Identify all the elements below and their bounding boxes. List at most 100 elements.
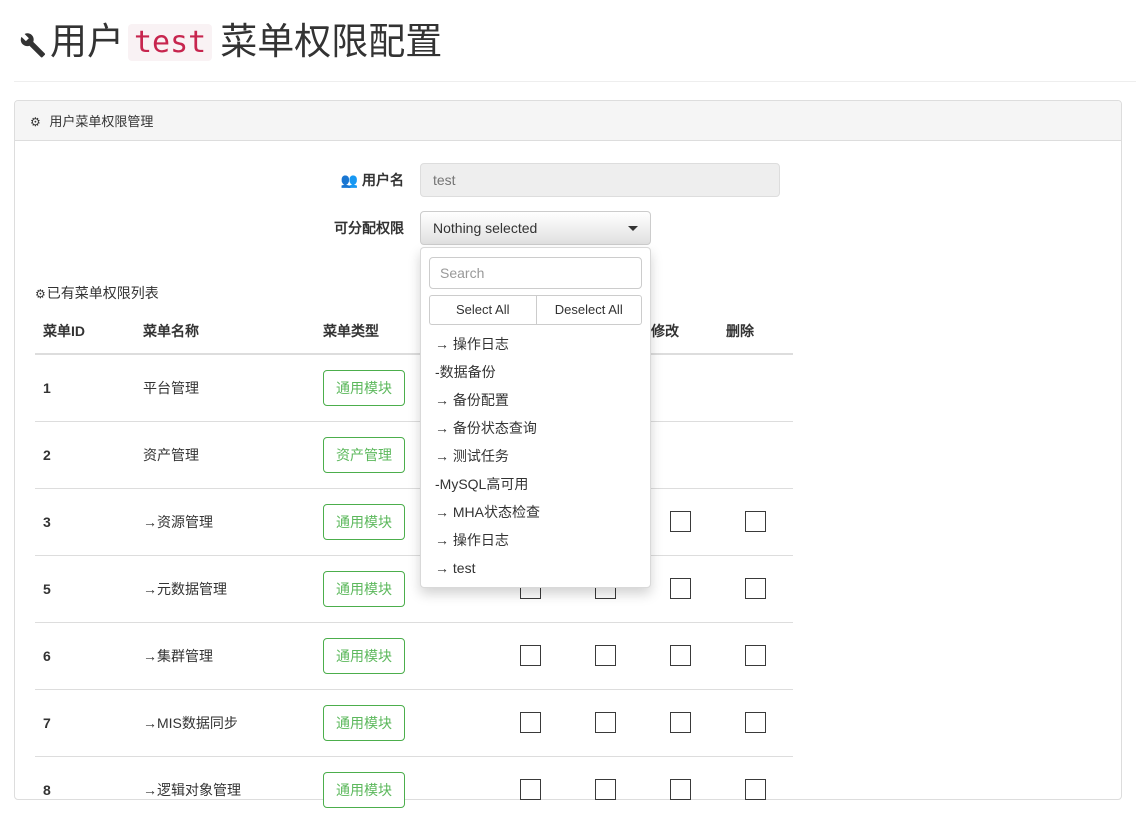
checkbox-delete[interactable] (745, 578, 766, 600)
dropdown-option[interactable]: → 操作日志 (421, 330, 650, 358)
cell-modify (643, 688, 718, 757)
dropdown-option[interactable]: -MySQL高可用 (421, 470, 650, 498)
search-input[interactable] (429, 256, 642, 289)
cell-menu-name: →集群管理 (135, 621, 315, 690)
page-title-prefix: 用户 (50, 21, 124, 62)
dropdown-searchbox (421, 253, 650, 295)
table-header-row: 菜单ID 菜单名称 菜单类型 查询 添加 修改 删除 (35, 312, 793, 355)
cell-menu-name: →元数据管理 (135, 554, 315, 623)
permissions-select-toggle[interactable]: Nothing selected (420, 210, 651, 245)
cell-delete (718, 621, 793, 690)
cell-add (568, 621, 643, 690)
dropdown-bulk-actions: Select All Deselect All (421, 294, 650, 330)
checkbox-add[interactable] (595, 779, 616, 801)
dropdown-option[interactable]: → 操作日志 (421, 526, 650, 554)
checkbox-query[interactable] (520, 712, 541, 734)
checkbox-delete[interactable] (745, 779, 766, 801)
page-title: 用户 test 菜单权限配置 (14, 21, 1136, 63)
table-row: 5 →元数据管理 通用模块 (35, 554, 793, 623)
table-row: 2 资产管理 资产管理 (35, 420, 793, 489)
cell-menu-name: →资源管理 (135, 487, 315, 556)
menu-type-button[interactable]: 通用模块 (323, 637, 405, 674)
checkbox-modify[interactable] (670, 578, 691, 600)
checkbox-add[interactable] (595, 645, 616, 667)
checkbox-delete[interactable] (745, 712, 766, 734)
checkbox-query[interactable] (520, 645, 541, 667)
table-row: 7 →MIS数据同步 通用模块 (35, 688, 793, 757)
cell-modify (643, 755, 718, 821)
cell-modify (643, 487, 718, 556)
select-all-button[interactable]: Select All (429, 294, 536, 325)
table-head: 菜单ID 菜单名称 菜单类型 查询 添加 修改 删除 (35, 312, 793, 355)
checkbox-modify[interactable] (670, 511, 691, 533)
cell-menu-id: 6 (35, 621, 135, 690)
checkbox-query[interactable] (520, 779, 541, 801)
cell-menu-type: 通用模块 (315, 621, 493, 690)
gear-icon: ⚙ (30, 114, 41, 129)
dropdown-option[interactable]: → 备份配置 (421, 386, 650, 414)
deselect-all-button[interactable]: Deselect All (535, 294, 642, 325)
checkbox-modify[interactable] (670, 645, 691, 667)
cell-query (493, 755, 568, 821)
cell-menu-type: 通用模块 (315, 755, 493, 821)
menu-type-button[interactable]: 通用模块 (323, 570, 405, 607)
cell-query (493, 621, 568, 690)
th-modify: 修改 (643, 312, 718, 355)
dropdown-option[interactable]: → 测试任务 (421, 442, 650, 470)
form-row-username: 👥 用户名 test (30, 162, 1106, 197)
table-row: 6 →集群管理 通用模块 (35, 621, 793, 690)
menu-type-button[interactable]: 通用模块 (323, 369, 405, 406)
cell-menu-name: →逻辑对象管理 (135, 755, 315, 821)
table-row: 3 →资源管理 通用模块 (35, 487, 793, 556)
menu-type-button[interactable]: 资产管理 (323, 436, 405, 473)
cell-menu-name: 平台管理 (135, 353, 315, 422)
page-title-username: test (128, 23, 213, 61)
username-input[interactable]: test (420, 162, 780, 197)
cell-modify (643, 353, 718, 422)
page-header: 用户 test 菜单权限配置 (0, 0, 1136, 82)
dropdown-option[interactable]: -数据备份 (421, 358, 650, 386)
menu-type-button[interactable]: 通用模块 (323, 704, 405, 741)
dropdown-option[interactable]: → 备份状态查询 (421, 414, 650, 442)
dropdown-option[interactable]: → MHA状态检查 (421, 498, 650, 526)
cell-delete (718, 420, 793, 489)
gear-icon: ⚙ (35, 286, 46, 301)
th-delete: 删除 (718, 312, 793, 355)
cell-menu-type: 通用模块 (315, 688, 493, 757)
cell-menu-id: 7 (35, 688, 135, 757)
cell-query (493, 688, 568, 757)
cell-modify (643, 420, 718, 489)
cell-add (568, 688, 643, 757)
checkbox-delete[interactable] (745, 645, 766, 667)
username-label-text: 用户名 (362, 171, 404, 188)
cell-menu-name: →MIS数据同步 (135, 688, 315, 757)
wrench-icon (14, 27, 48, 61)
title-divider (14, 80, 1136, 82)
cell-add (568, 755, 643, 821)
chevron-down-icon (628, 225, 638, 231)
permissions-dropdown-menu: Select All Deselect All → 操作日志 -数据备份 → 备… (420, 246, 651, 588)
menu-type-button[interactable]: 通用模块 (323, 771, 405, 808)
cell-modify (643, 554, 718, 623)
checkbox-modify[interactable] (670, 779, 691, 801)
checkbox-delete[interactable] (745, 511, 766, 533)
menu-type-button[interactable]: 通用模块 (323, 503, 405, 540)
dropdown-option[interactable]: → test (421, 554, 650, 582)
checkbox-modify[interactable] (670, 712, 691, 734)
cell-menu-id: 5 (35, 554, 135, 623)
page-title-suffix: 菜单权限配置 (220, 21, 443, 62)
table-body: 1 平台管理 通用模块 2 资产管理 资产管理 3 →资源管理 通用模块 5 →元数据管理 通用模块 6… (35, 353, 793, 821)
cell-menu-id: 3 (35, 487, 135, 556)
cell-menu-id: 8 (35, 755, 135, 821)
list-title-text: 已有菜单权限列表 (46, 284, 159, 301)
permissions-select-value: Nothing selected (433, 219, 538, 236)
cell-delete (718, 353, 793, 422)
cell-delete (718, 755, 793, 821)
cell-menu-name: 资产管理 (135, 420, 315, 489)
form-row-permissions: 可分配权限 Nothing selected Select All Desele… (30, 210, 1106, 588)
checkbox-add[interactable] (595, 712, 616, 734)
permissions-table: 菜单ID 菜单名称 菜单类型 查询 添加 修改 删除 1平台管理通用模块2资产管… (35, 312, 793, 821)
username-label: 👥 用户名 (30, 170, 420, 190)
table-row: 1 平台管理 通用模块 (35, 353, 793, 422)
cell-menu-id: 1 (35, 353, 135, 422)
